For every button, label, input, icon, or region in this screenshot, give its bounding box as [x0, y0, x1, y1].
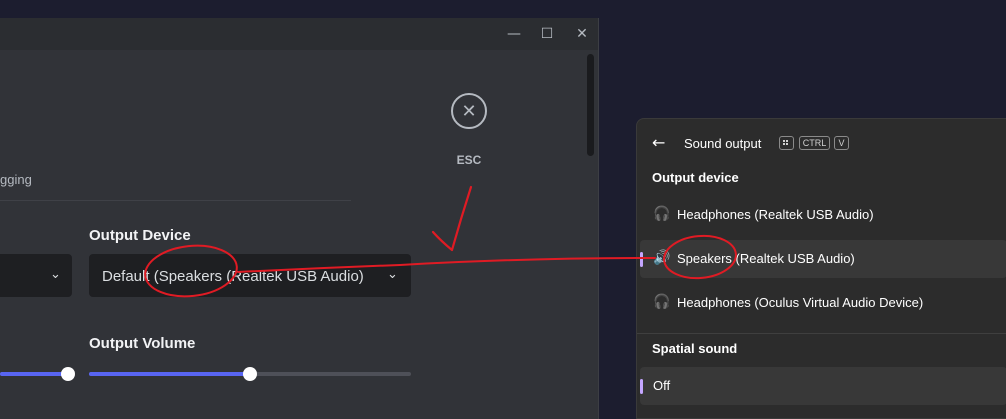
close-settings-button[interactable]: ✕ — [451, 93, 487, 129]
tab-fragment[interactable]: gging — [0, 172, 32, 187]
title-bar: — ☐ ✕ — [0, 18, 598, 50]
spatial-sound-value: Off — [653, 378, 671, 393]
output-volume-knob[interactable] — [243, 367, 257, 381]
input-volume-fill — [0, 372, 68, 376]
spatial-sound-header: Spatial sound — [652, 341, 738, 356]
output-device-label: Output Device — [89, 227, 191, 244]
settings-scrollbar[interactable] — [587, 54, 594, 156]
speaker-icon: 🔊 — [653, 250, 671, 266]
maximize-button[interactable]: ☐ — [535, 22, 559, 46]
selected-indicator — [640, 252, 643, 267]
flyout-title: Sound output — [684, 136, 762, 151]
esc-label: ESC — [456, 153, 482, 167]
windows-key-icon — [779, 136, 794, 150]
selected-indicator — [640, 379, 643, 394]
output-device-select[interactable]: Default (Speakers (Realtek USB Audio) ⌄ — [89, 254, 411, 297]
close-window-button[interactable]: ✕ — [570, 22, 594, 46]
ctrl-key: CTRL — [799, 136, 830, 150]
device-item-speakers-realtek[interactable]: 🔊 Speakers (Realtek USB Audio) — [640, 240, 1006, 278]
tab-divider — [0, 200, 351, 201]
output-volume-label: Output Volume — [89, 335, 196, 352]
sound-output-flyout: ← Sound output CTRL V Output device 🎧 He… — [636, 118, 1006, 419]
input-device-select[interactable]: ⌄ — [0, 254, 72, 297]
device-item-headphones-realtek[interactable]: 🎧 Headphones (Realtek USB Audio) — [640, 196, 1006, 234]
headphones-icon: 🎧 — [653, 294, 671, 310]
headphones-icon: 🎧 — [653, 206, 671, 222]
chevron-down-icon: ⌄ — [50, 267, 61, 282]
device-label: Speakers (Realtek USB Audio) — [677, 251, 855, 266]
output-volume-fill — [89, 372, 250, 376]
v-key: V — [834, 136, 849, 150]
back-arrow-icon[interactable]: ← — [652, 133, 665, 152]
device-label: Headphones (Oculus Virtual Audio Device) — [677, 295, 924, 310]
device-label: Headphones (Realtek USB Audio) — [677, 207, 874, 222]
discord-window: — ☐ ✕ — [0, 18, 599, 419]
output-device-value: Default (Speakers (Realtek USB Audio) — [102, 268, 364, 285]
chevron-down-icon: ⌄ — [387, 267, 398, 282]
output-device-header: Output device — [652, 170, 739, 185]
input-volume-knob[interactable] — [61, 367, 75, 381]
minimize-button[interactable]: — — [502, 22, 526, 46]
close-icon: ✕ — [461, 100, 477, 122]
flyout-header: ← Sound output CTRL V — [637, 119, 1006, 165]
windows-logo-icon — [783, 140, 789, 146]
spatial-sound-option-off[interactable]: Off — [640, 367, 1006, 405]
device-item-headphones-oculus[interactable]: 🎧 Headphones (Oculus Virtual Audio Devic… — [640, 284, 1006, 322]
flyout-divider — [637, 333, 1006, 334]
